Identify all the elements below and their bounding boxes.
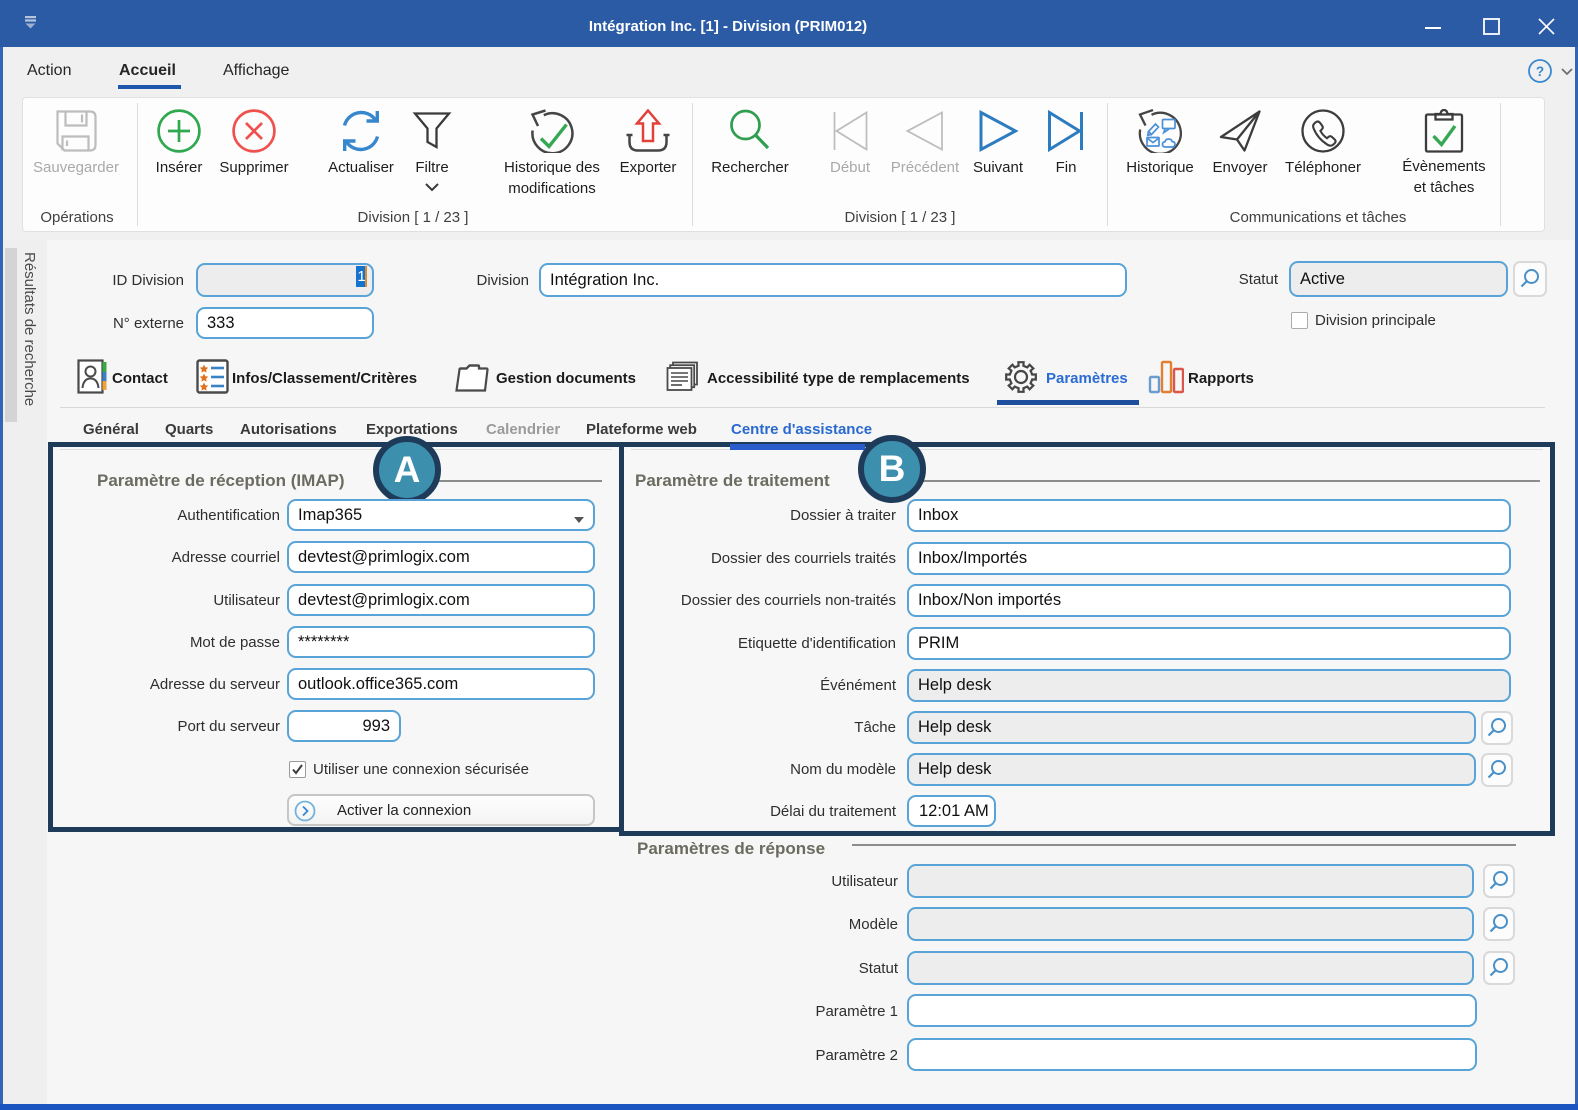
svg-text:?: ? <box>1536 64 1544 79</box>
